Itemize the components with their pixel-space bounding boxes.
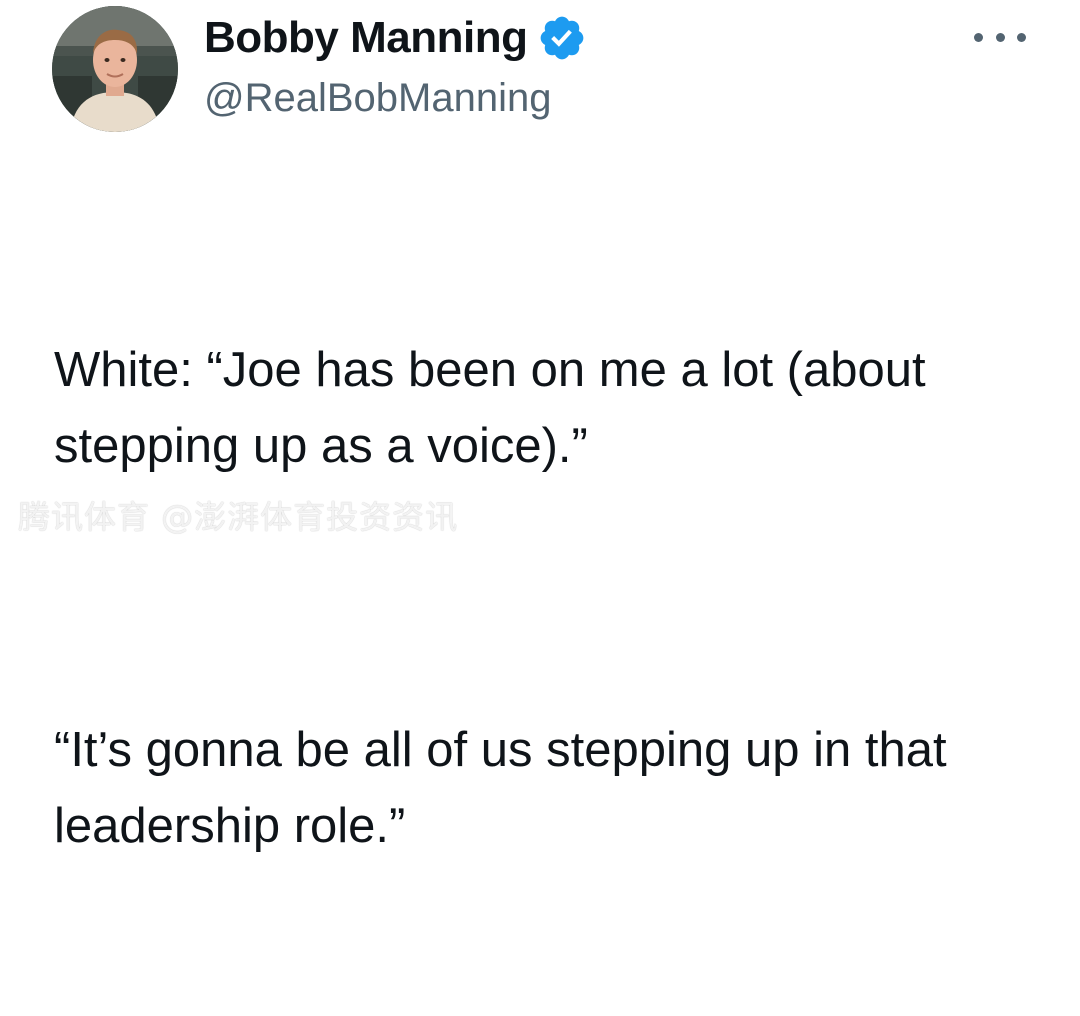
- tweet-paragraph: “It’s gonna be all of us stepping up in …: [54, 723, 961, 853]
- author-block: Bobby Manning @RealBobManning: [204, 10, 587, 121]
- name-row: Bobby Manning: [204, 10, 587, 66]
- watermark-overlay: 腾讯体育 @澎湃体育投资资讯: [18, 498, 459, 536]
- avatar-photo: [52, 6, 178, 132]
- more-horizontal-icon-dot: [995, 32, 1005, 42]
- tweet-text: White: “Joe has been on me a lot (about …: [54, 180, 1044, 1016]
- verified-badge-icon: [537, 13, 587, 63]
- more-horizontal-icon-dot: [1017, 32, 1026, 42]
- avatar[interactable]: [52, 6, 178, 132]
- more-options-button[interactable]: [974, 22, 1026, 52]
- more-horizontal-icon-dot: [974, 32, 983, 42]
- user-handle[interactable]: @RealBobManning: [204, 76, 587, 121]
- tweet-paragraph: White: “Joe has been on me a lot (about …: [54, 343, 940, 473]
- tweet-card: Bobby Manning @RealBobManning White: “Jo…: [0, 0, 1080, 853]
- display-name[interactable]: Bobby Manning: [204, 13, 528, 63]
